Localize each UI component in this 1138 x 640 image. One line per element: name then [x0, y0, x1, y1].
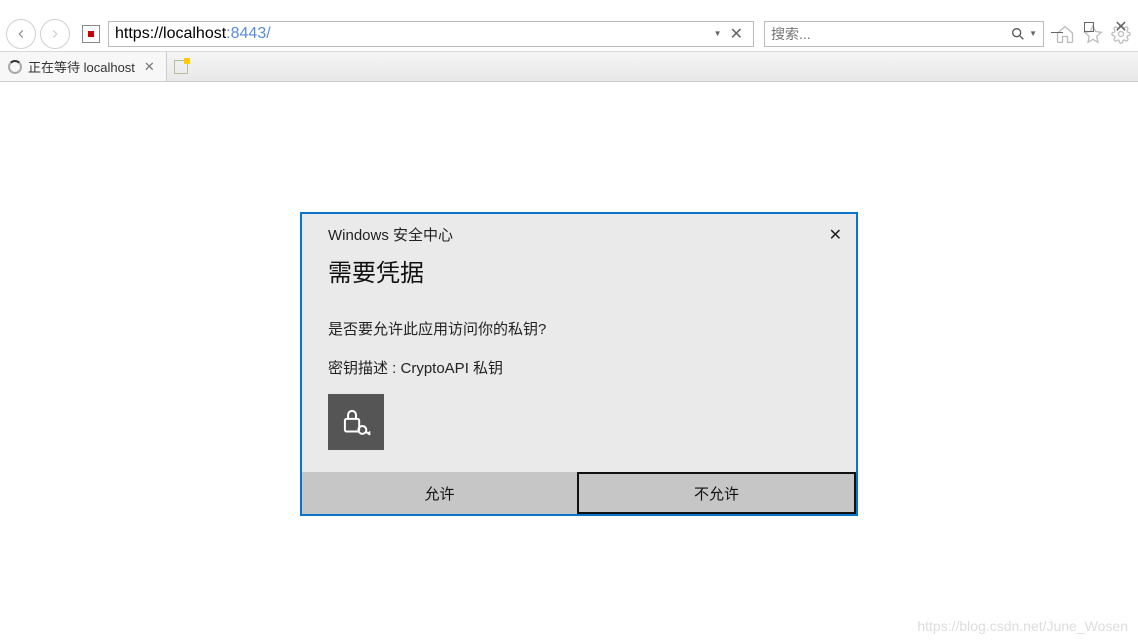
back-button[interactable]	[6, 19, 36, 49]
dialog-title: 需要凭据	[302, 251, 856, 296]
security-dialog: Windows 安全中心 ✕ 需要凭据 是否要允许此应用访问你的私钥? 密钥描述…	[300, 212, 858, 516]
window-close[interactable]: ✕	[1114, 20, 1128, 34]
loading-spinner-icon	[8, 60, 22, 74]
dialog-close-button[interactable]: ✕	[829, 225, 842, 245]
lock-key-icon	[328, 394, 384, 450]
address-bar[interactable]: https://localhost:8443/ ▼ ✕	[108, 21, 754, 47]
url-dropdown[interactable]: ▼	[710, 29, 726, 38]
dialog-caption: Windows 安全中心	[328, 224, 453, 245]
tab-bar: 正在等待 localhost ✕	[0, 52, 1138, 82]
page-icon	[82, 25, 100, 43]
url-text: https://localhost:8443/	[115, 25, 271, 43]
allow-button[interactable]: 允许	[302, 472, 577, 514]
watermark: https://blog.csdn.net/June_Wosen	[917, 618, 1128, 634]
search-input[interactable]	[771, 26, 1010, 42]
deny-button[interactable]: 不允许	[577, 472, 856, 514]
tab-close-button[interactable]: ✕	[141, 59, 158, 75]
tab-label: 正在等待 localhost	[28, 57, 135, 76]
stop-reload-button[interactable]: ✕	[726, 24, 747, 44]
window-maximize[interactable]	[1082, 20, 1096, 34]
forward-button[interactable]	[40, 19, 70, 49]
search-icon[interactable]: ▼	[1010, 26, 1037, 42]
search-box[interactable]: ▼	[764, 21, 1044, 47]
browser-tab[interactable]: 正在等待 localhost ✕	[0, 52, 167, 81]
browser-toolbar: https://localhost:8443/ ▼ ✕ ▼	[0, 16, 1138, 52]
window-minimize[interactable]	[1050, 20, 1064, 34]
new-tab-button[interactable]	[167, 52, 195, 81]
dialog-description: 密钥描述 : CryptoAPI 私钥	[328, 357, 830, 378]
dialog-message: 是否要允许此应用访问你的私钥?	[328, 318, 830, 339]
new-tab-icon	[174, 60, 188, 74]
